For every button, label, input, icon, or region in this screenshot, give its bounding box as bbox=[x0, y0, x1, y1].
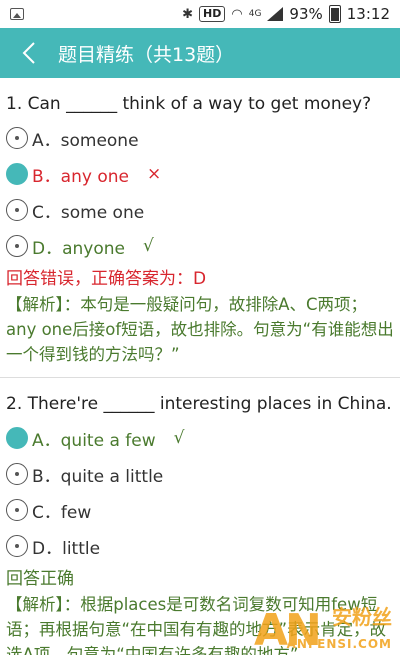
status-bar: ✱ HD ◠ 4G 93% 13:12 bbox=[0, 0, 400, 28]
answer-analysis: 【解析】：本句是一般疑问句，故排除A、C两项；any one后接of短语，故也排… bbox=[6, 295, 394, 364]
answer-result: 回答错误，正确答案为：D bbox=[6, 269, 207, 289]
radio-selected-icon bbox=[6, 427, 28, 449]
wifi-icon: ◠ bbox=[231, 6, 243, 22]
option-label: C．some one bbox=[32, 202, 145, 223]
option-b[interactable]: B．any one × bbox=[6, 156, 394, 192]
question-list: 1. Can ______ think of a way to get mone… bbox=[0, 78, 400, 655]
correct-mark-icon: √ bbox=[142, 236, 154, 256]
radio-icon bbox=[6, 199, 28, 221]
option-d[interactable]: D．little bbox=[6, 528, 394, 564]
header-bar: 题目精练（共13题） bbox=[0, 28, 400, 78]
battery-icon bbox=[328, 5, 341, 23]
radio-icon bbox=[6, 535, 28, 557]
option-c[interactable]: C．some one bbox=[6, 192, 394, 228]
radio-icon bbox=[6, 499, 28, 521]
watermark-site: ANFENSI.COM bbox=[286, 637, 392, 651]
back-arrow-icon bbox=[22, 42, 35, 64]
radio-icon bbox=[6, 235, 28, 257]
hd-badge: HD bbox=[199, 6, 226, 22]
option-label: B．any one bbox=[32, 166, 129, 187]
radio-selected-icon bbox=[6, 163, 28, 185]
battery-percentage: 93% bbox=[289, 5, 323, 23]
back-button[interactable] bbox=[0, 28, 58, 78]
option-label: A．quite a few bbox=[32, 430, 156, 451]
watermark-name: 安粉丝 bbox=[332, 605, 392, 629]
option-d[interactable]: D．anyone √ bbox=[6, 228, 394, 264]
correct-mark-icon: √ bbox=[173, 428, 185, 448]
bluetooth-icon: ✱ bbox=[182, 6, 194, 22]
option-label: D．little bbox=[32, 538, 101, 559]
option-a[interactable]: A．someone bbox=[6, 120, 394, 156]
option-c[interactable]: C．few bbox=[6, 492, 394, 528]
gallery-notification-icon bbox=[10, 8, 24, 20]
radio-icon bbox=[6, 127, 28, 149]
network-type-label: 4G bbox=[248, 9, 262, 19]
option-b[interactable]: B．quite a little bbox=[6, 456, 394, 492]
option-label: D．anyone bbox=[32, 238, 125, 259]
option-label: B．quite a little bbox=[32, 466, 164, 487]
page-title: 题目精练（共13题） bbox=[58, 43, 235, 66]
question-1: 1. Can ______ think of a way to get mone… bbox=[0, 78, 400, 378]
option-label: C．few bbox=[32, 502, 92, 523]
radio-icon bbox=[6, 463, 28, 485]
watermark-logo: AN 安粉丝 ANFENSI.COM bbox=[254, 597, 394, 653]
question-text: 1. Can ______ think of a way to get mone… bbox=[6, 94, 372, 114]
option-a[interactable]: A．quite a few √ bbox=[6, 420, 394, 456]
signal-icon bbox=[267, 7, 284, 21]
answer-result: 回答正确 bbox=[6, 569, 74, 589]
option-label: A．someone bbox=[32, 130, 139, 151]
clock: 13:12 bbox=[346, 5, 390, 23]
question-text: 2. There're ______ interesting places in… bbox=[6, 394, 392, 414]
wrong-mark-icon: × bbox=[146, 164, 162, 184]
